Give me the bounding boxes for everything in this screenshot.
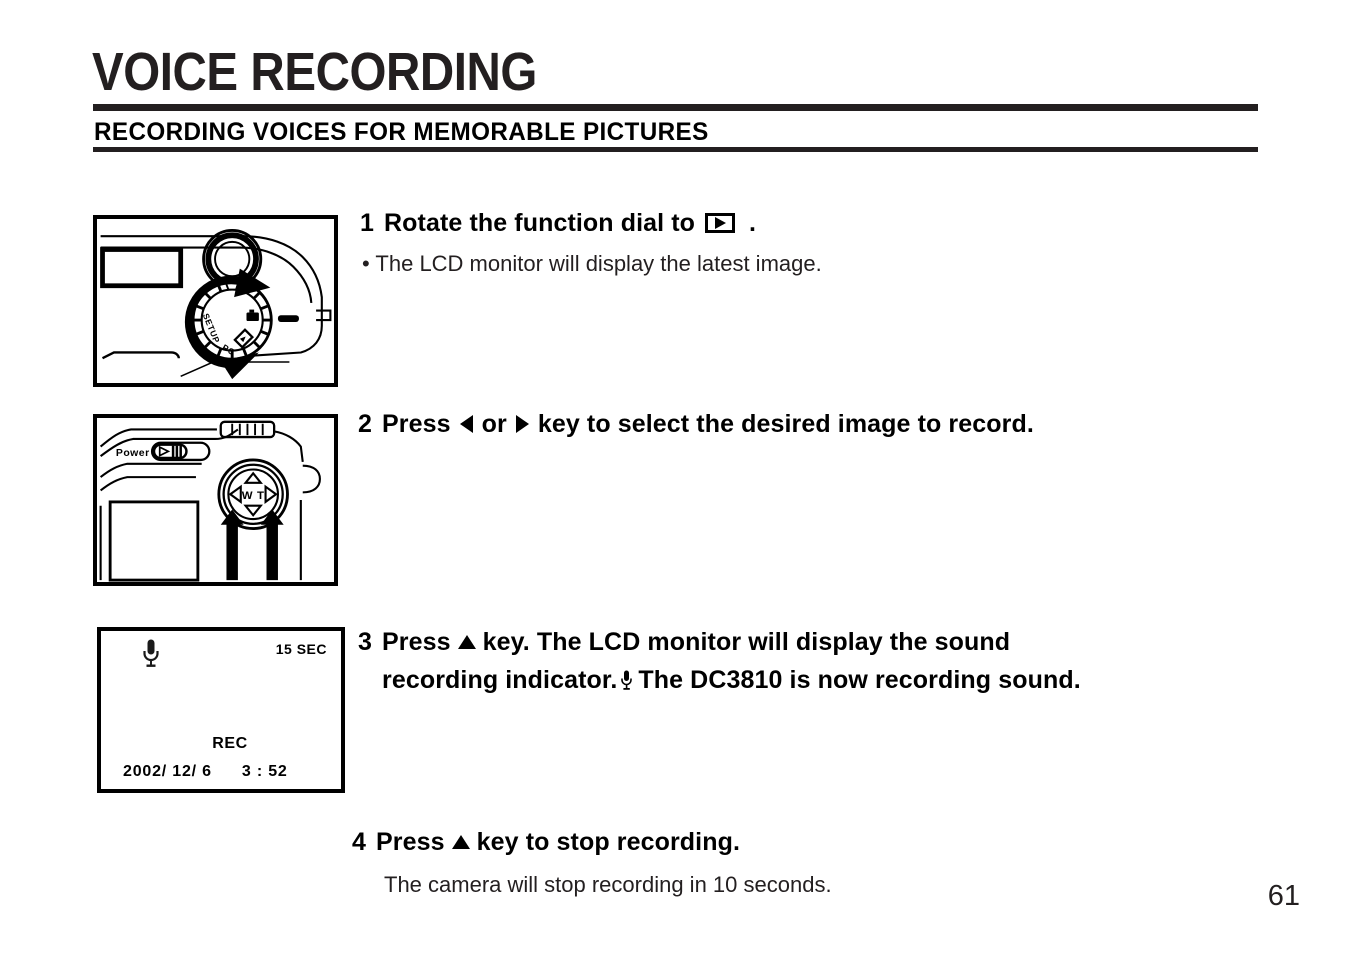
up-arrow-icon	[457, 635, 476, 649]
step-1-text-before: Rotate the function dial to	[384, 209, 696, 237]
page-number: 61	[1267, 880, 1300, 912]
step-4: 4 Press key to stop recording. The camer…	[352, 828, 832, 898]
step-1: 1 Rotate the function dial to . • The LC…	[360, 209, 822, 277]
step-2-text-after: key to select the desired image to recor…	[537, 410, 1034, 438]
figure-lcd-monitor: 15 SEC REC 2002/ 12/ 6 3 : 52	[97, 627, 345, 793]
figure-four-way-key: Power W T	[93, 414, 338, 586]
step-3-heading: 3 Press key. The LCD monitor will displa…	[358, 628, 1081, 657]
step-2: 2 Press or key to select the desired ima…	[358, 410, 1034, 439]
step-3-heading-line2: recording indicator. The DC3810 is now r…	[382, 666, 1081, 695]
step-4-heading: 4 Press key to stop recording.	[352, 828, 832, 857]
callout-arrows	[220, 509, 284, 581]
power-switch	[150, 441, 211, 462]
microphone-icon	[143, 639, 159, 669]
step-1-number: 1	[360, 209, 375, 237]
step-2-number: 2	[358, 410, 373, 438]
step-4-text-before: Press	[376, 828, 445, 856]
microphone-icon	[621, 669, 633, 690]
time-text: 3 : 52	[241, 763, 288, 780]
page-title: VOICE RECORDING	[92, 42, 537, 102]
step-4-number: 4	[352, 828, 367, 856]
step-1-text-after: .	[749, 209, 757, 237]
power-label: Power	[116, 448, 150, 459]
left-arrow-icon	[459, 415, 473, 433]
date-text: 2002/ 12/ 6	[123, 763, 212, 780]
step-3-line2-after: The DC3810 is now recording sound.	[638, 666, 1081, 694]
step-3-number: 3	[358, 628, 373, 656]
right-arrow-icon	[515, 415, 529, 433]
step-3-line2-before: recording indicator.	[382, 666, 618, 694]
step-1-heading: 1 Rotate the function dial to .	[360, 209, 822, 238]
step-3-text-before: Press	[382, 628, 451, 656]
step-2-text-before: Press	[382, 410, 451, 438]
title-rule	[93, 104, 1258, 111]
step-4-note: The camera will stop recording in 10 sec…	[384, 872, 832, 897]
wide-label: W	[242, 490, 253, 502]
step-4-text-after: key to stop recording.	[476, 828, 740, 856]
page-subtitle: RECORDING VOICES FOR MEMORABLE PICTURES	[94, 118, 709, 146]
up-arrow-icon	[451, 835, 470, 849]
step-3-text-after: key. The LCD monitor will display the so…	[482, 628, 1011, 656]
rec-indicator: REC	[212, 735, 248, 752]
step-1-note: • The LCD monitor will display the lates…	[362, 251, 822, 276]
timestamp: 2002/ 12/ 6 3 : 52	[123, 763, 288, 781]
step-3: 3 Press key. The LCD monitor will displa…	[358, 628, 1081, 695]
tele-label: T	[257, 490, 264, 502]
figure-function-dial: SETUP PC	[93, 215, 338, 387]
subtitle-rule	[93, 147, 1258, 152]
step-2-text-middle: or	[481, 410, 507, 438]
step-2-heading: 2 Press or key to select the desired ima…	[358, 410, 1034, 439]
playback-icon	[705, 213, 736, 233]
recording-duration: 15 SEC	[275, 641, 327, 657]
